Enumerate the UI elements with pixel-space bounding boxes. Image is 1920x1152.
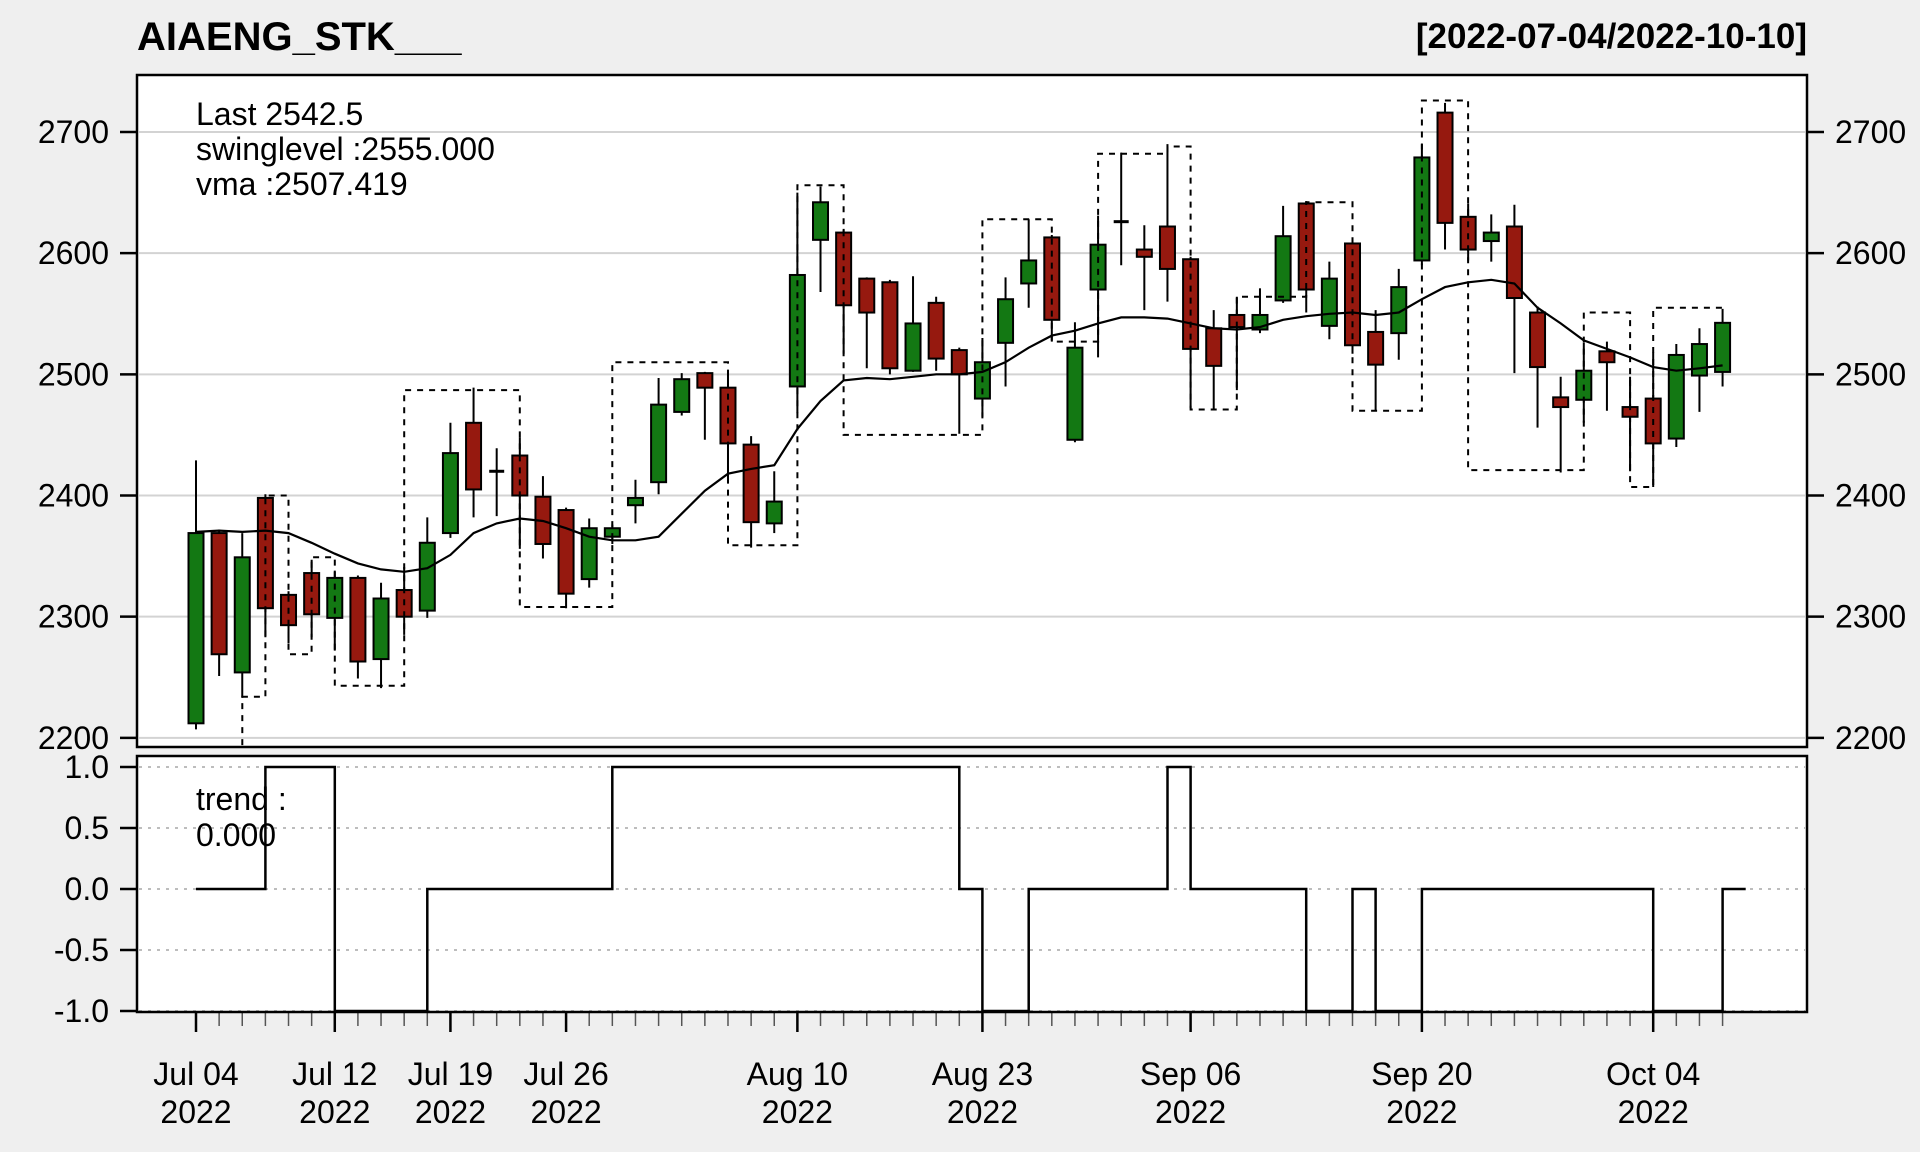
date-range-label: [2022-07-04/2022-10-10]: [1416, 17, 1807, 56]
candle-body: [998, 299, 1013, 343]
candle-body: [350, 578, 365, 662]
candle-body: [1276, 236, 1291, 300]
candle-body: [1438, 113, 1453, 223]
candle-body: [813, 202, 828, 240]
x-axis-label-year: 2022: [415, 1094, 486, 1130]
x-axis-label-year: 2022: [1155, 1094, 1226, 1130]
candle-body: [1368, 332, 1383, 365]
candle-body: [744, 445, 759, 523]
candle-body: [859, 279, 874, 313]
x-axis-label-year: 2022: [530, 1094, 601, 1130]
candle-body: [1067, 348, 1082, 440]
y-axis-label: 2400: [1835, 478, 1906, 514]
candle-body: [1715, 323, 1730, 372]
candle-body: [1692, 344, 1707, 376]
candle-body: [374, 599, 389, 660]
trend-axis-label: 0.0: [65, 871, 109, 907]
candle-body: [1021, 260, 1036, 283]
x-axis-label: Oct 04: [1606, 1056, 1700, 1092]
candle-body: [235, 557, 250, 672]
candle-body: [906, 323, 921, 370]
y-axis-label: 2700: [1835, 114, 1906, 150]
x-axis-label: Jul 12: [292, 1056, 377, 1092]
candle-body: [1553, 397, 1568, 407]
candle-body: [559, 510, 574, 594]
x-axis-label-year: 2022: [299, 1094, 370, 1130]
x-axis-label: Aug 10: [747, 1056, 848, 1092]
x-axis-label-year: 2022: [1386, 1094, 1457, 1130]
candle-body: [189, 533, 204, 723]
trend-axis-label: -1.0: [54, 993, 109, 1029]
candle-body: [929, 303, 944, 359]
x-axis-label-year: 2022: [1618, 1094, 1689, 1130]
y-axis-label: 2500: [38, 356, 109, 392]
y-axis-label: 2300: [38, 599, 109, 635]
x-axis-label-year: 2022: [762, 1094, 833, 1130]
candle-body: [466, 423, 481, 490]
candle-body: [1137, 250, 1152, 257]
chart-page: AIAENG_STK___ [2022-07-04/2022-10-10] 22…: [0, 0, 1920, 1152]
candle-body: [882, 282, 897, 368]
trend-panel: [137, 756, 1807, 1012]
candle-body: [1206, 328, 1221, 366]
y-axis-label: 2600: [38, 235, 109, 271]
candle-body: [697, 373, 712, 388]
candlestick-chart: AIAENG_STK___ [2022-07-04/2022-10-10] 22…: [0, 0, 1920, 1152]
x-axis-label-year: 2022: [160, 1094, 231, 1130]
candle-body: [1484, 233, 1499, 241]
legend-swinglevel: swinglevel :2555.000: [196, 131, 495, 167]
candle-body: [420, 543, 435, 611]
candle-body: [1507, 227, 1522, 298]
trend-axis-label: 1.0: [65, 749, 109, 785]
x-axis-label: Sep 20: [1371, 1056, 1472, 1092]
candle-body: [674, 379, 689, 412]
candle-body: [512, 456, 527, 496]
candle-body: [1160, 227, 1175, 269]
y-axis-label: 2300: [1835, 599, 1906, 635]
x-axis-label-year: 2022: [947, 1094, 1018, 1130]
legend-last: Last 2542.5: [196, 96, 363, 132]
trend-axis-label: 0.5: [65, 810, 109, 846]
x-axis-label: Aug 23: [932, 1056, 1033, 1092]
x-axis-label: Jul 26: [523, 1056, 608, 1092]
y-axis-label: 2400: [38, 478, 109, 514]
candle-body: [1530, 313, 1545, 368]
y-axis-label: 2600: [1835, 235, 1906, 271]
candle-body: [443, 453, 458, 533]
trend-name-label: trend :: [196, 781, 287, 817]
x-axis-label: Jul 04: [153, 1056, 238, 1092]
x-axis-label: Jul 19: [408, 1056, 493, 1092]
candle-body: [767, 502, 782, 524]
y-axis-label: 2700: [38, 114, 109, 150]
trend-value-label: 0.000: [196, 817, 276, 853]
x-axis-label: Sep 06: [1140, 1056, 1241, 1092]
candle-body: [1599, 351, 1614, 362]
candle-body: [1669, 355, 1684, 439]
page-title: AIAENG_STK___: [137, 15, 462, 59]
trend-axis-label: -0.5: [54, 932, 109, 968]
legend-vma: vma :2507.419: [196, 166, 408, 202]
candle-body: [628, 498, 643, 505]
y-axis-label: 2500: [1835, 356, 1906, 392]
candle-body: [212, 533, 227, 654]
candle-body: [952, 350, 967, 374]
candle-body: [1322, 279, 1337, 326]
candle-body: [1345, 243, 1360, 345]
y-axis-label: 2200: [1835, 720, 1906, 756]
candle-body: [651, 405, 666, 483]
